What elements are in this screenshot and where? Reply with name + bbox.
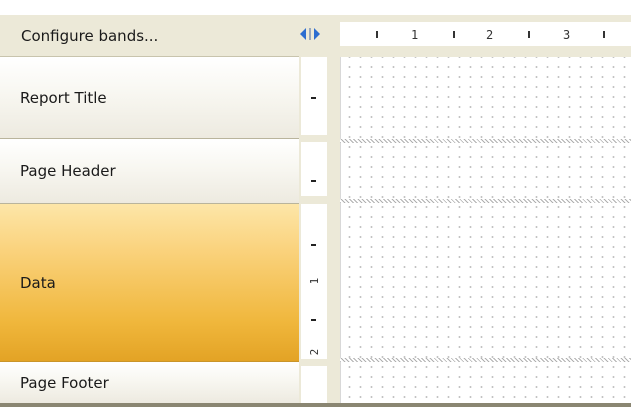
arrow-left-icon: [300, 28, 306, 40]
ruler-label-1: 1: [307, 277, 321, 285]
band-label: Data: [20, 273, 56, 292]
band-report-title[interactable]: Report Title: [0, 57, 299, 139]
band-label: Page Footer: [20, 373, 109, 392]
canvas-margin: [328, 57, 340, 407]
ruler-label-3: 3: [563, 28, 571, 42]
ruler-tick: [311, 97, 316, 99]
vertical-ruler-segment: [301, 366, 327, 407]
band-data[interactable]: Data: [0, 204, 299, 362]
band-separator[interactable]: [340, 199, 631, 203]
band-separator[interactable]: [340, 139, 631, 143]
ruler-toggle-button[interactable]: [300, 26, 330, 42]
ruler-tick: [376, 31, 378, 38]
vertical-ruler-segment: [301, 57, 327, 135]
vertical-ruler-segment: [301, 142, 327, 196]
design-canvas[interactable]: [340, 57, 631, 407]
ruler-tick: [311, 244, 316, 246]
band-label: Report Title: [20, 88, 107, 107]
configure-bands-label: Configure bands...: [21, 26, 159, 45]
ruler-tick: [453, 31, 455, 38]
band-label: Page Header: [20, 162, 116, 180]
ruler-tick: [311, 180, 316, 182]
ruler-label-2: 2: [307, 348, 321, 356]
band-page-footer[interactable]: Page Footer: [0, 362, 299, 403]
band-page-header[interactable]: Page Header: [0, 139, 299, 204]
divider-icon: [309, 28, 311, 40]
band-separator[interactable]: [340, 358, 631, 362]
ruler-label-1: 1: [411, 28, 419, 42]
ruler-label-2: 2: [486, 28, 494, 42]
arrow-right-icon: [314, 28, 320, 40]
ruler-tick: [603, 31, 605, 38]
ruler-tick: [528, 31, 530, 38]
bottom-border: [0, 403, 631, 407]
configure-bands-button[interactable]: Configure bands...: [0, 15, 299, 57]
ruler-tick: [311, 319, 316, 321]
